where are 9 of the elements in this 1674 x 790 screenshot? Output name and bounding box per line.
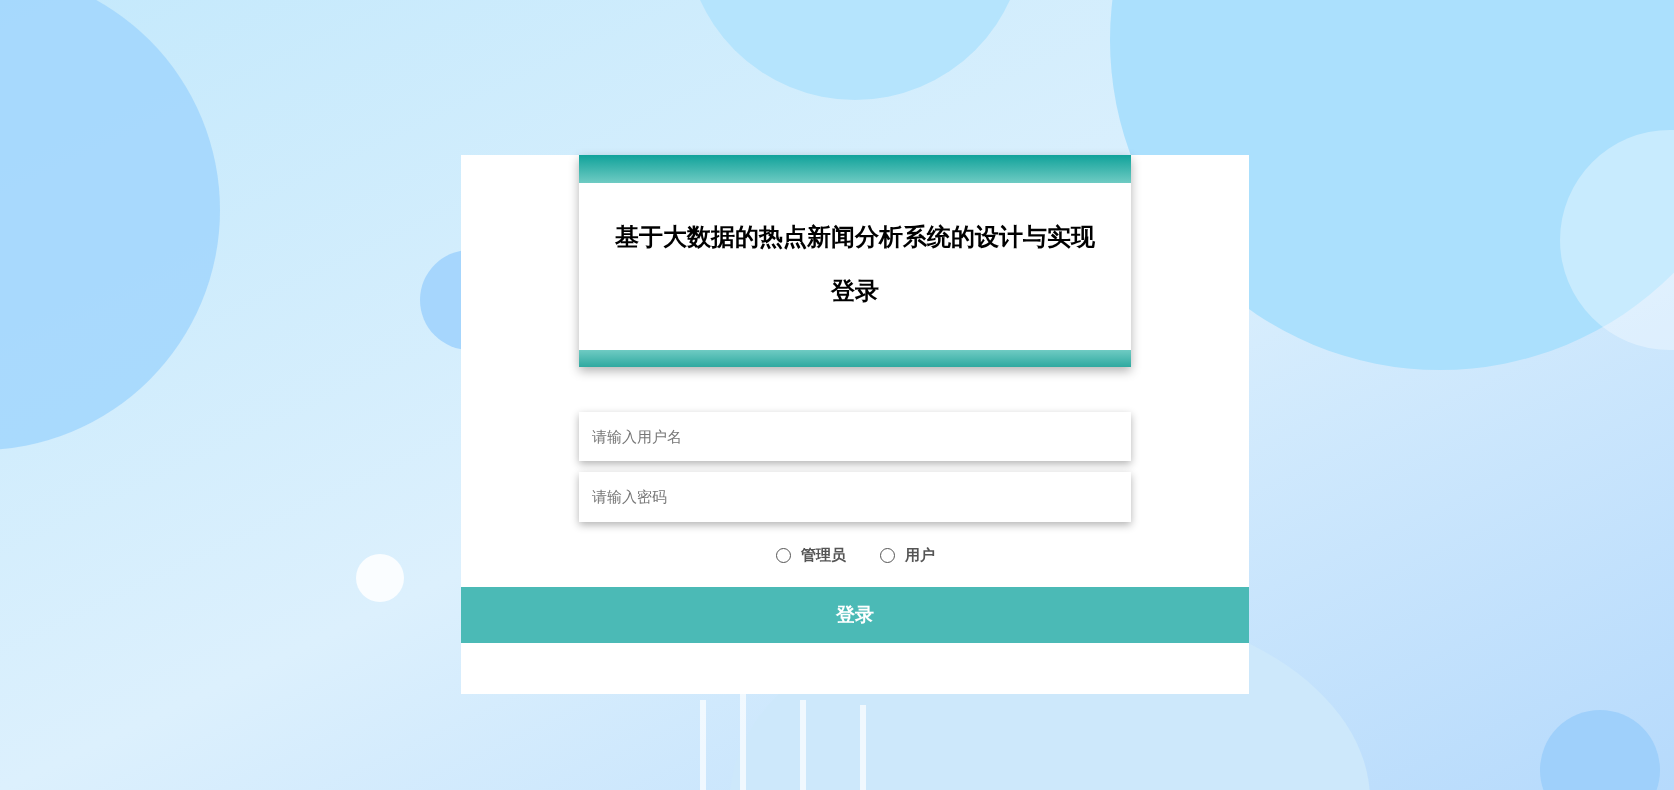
radio-button[interactable] [775,548,791,563]
system-title: 基于大数据的热点新闻分析系统的设计与实现 [615,221,1095,253]
username-field[interactable]: 请输入用户名 [579,412,1131,461]
password-field[interactable]: 请输入密码 [579,472,1131,522]
radio-label: 管理员 [800,546,846,565]
radio-button[interactable] [879,548,895,563]
radio-label: 用户 [904,546,935,565]
login-heading: 登录 [831,275,879,307]
login-button[interactable]: 登录 [461,587,1249,643]
